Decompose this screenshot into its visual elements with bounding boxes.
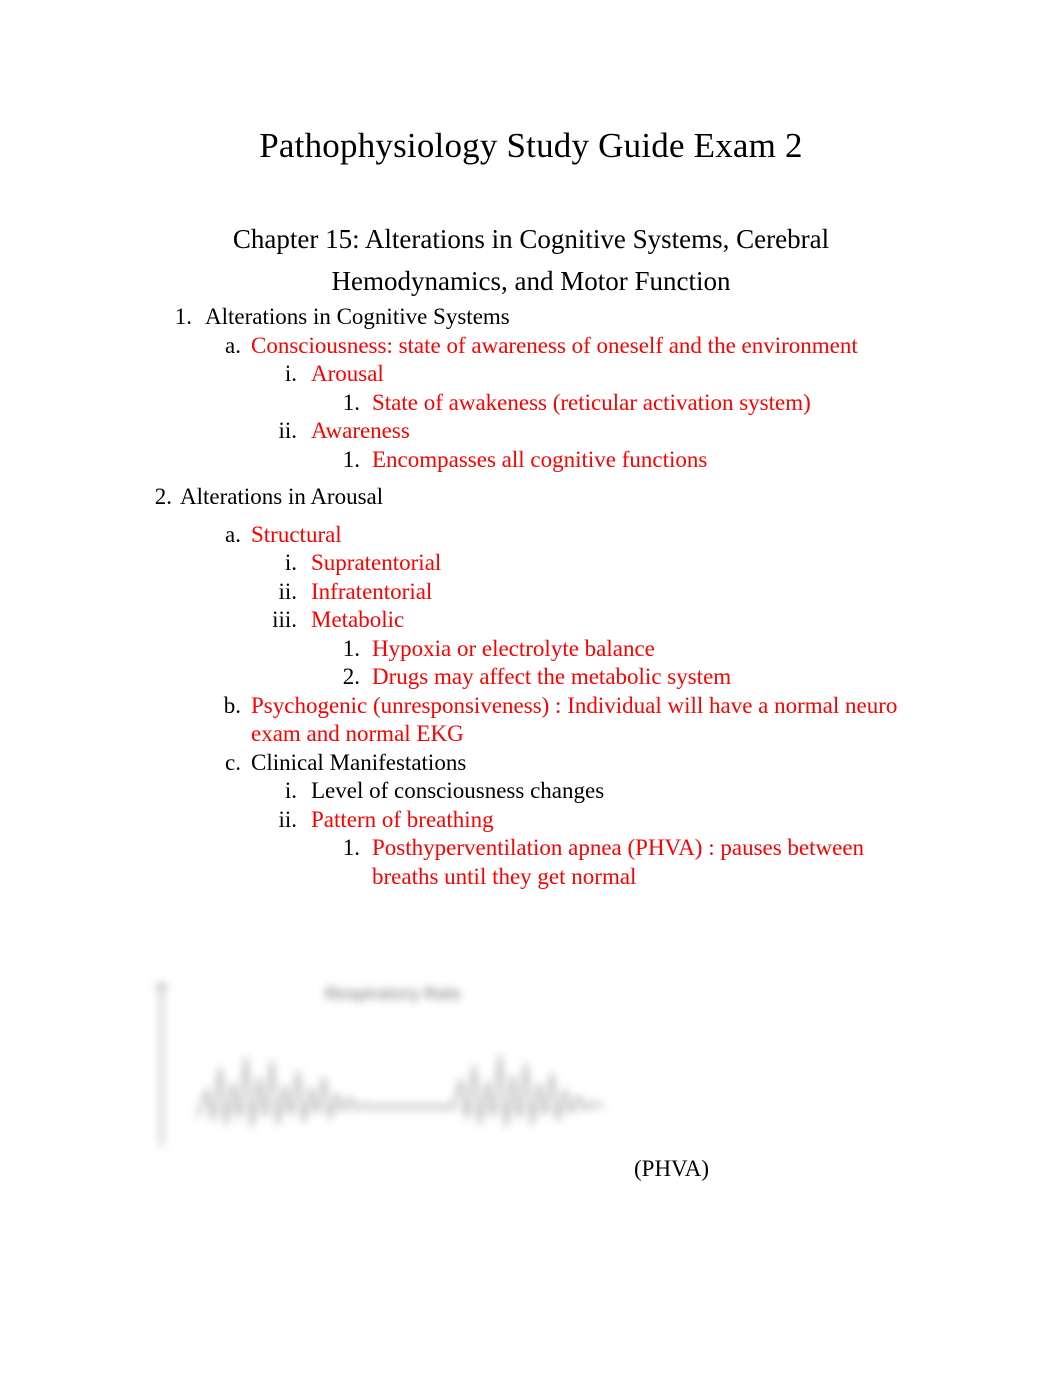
outline-text: Posthyperventilation apnea (PHVA) : paus…	[372, 835, 865, 889]
outline-item-1a: a. Consciousness: state of awareness of …	[0, 332, 1062, 361]
outline-item-1a-i: i. Arousal	[0, 360, 1062, 389]
outline-marker: ii.	[278, 806, 297, 832]
outline-text: Structural	[251, 521, 342, 547]
outline-marker: 2.	[154, 484, 172, 509]
outline-item-2: 2. Alterations in Arousal	[0, 483, 1062, 512]
outline-marker: i.	[284, 550, 297, 575]
outline-text: Alterations in Arousal	[180, 484, 384, 509]
outline-text: Arousal	[311, 361, 384, 386]
outline-item-2c: c. Clinical Manifestations	[0, 749, 1062, 778]
figure-y-axis	[160, 986, 163, 1146]
figure-title: Respiratory Rate	[324, 984, 462, 1003]
outline-item-2a: a. Structural	[0, 521, 1062, 550]
outline-item-2c-ii: ii. Pattern of breathing	[0, 806, 1062, 835]
outline-text: Level of consciousness changes	[311, 778, 605, 803]
outline-marker: ii.	[278, 578, 297, 604]
outline-item-2c-i: i. Level of consciousness changes	[0, 777, 1062, 806]
outline-marker: 1.	[342, 446, 360, 472]
outline-marker: 1.	[174, 304, 192, 329]
outline-text: Infratentorial	[311, 578, 433, 604]
outline-marker: i.	[284, 361, 297, 386]
outline-item-2c-ii-1: 1. Posthyperventilation apnea (PHVA) : p…	[0, 834, 1062, 891]
document-page: Pathophysiology Study Guide Exam 2 Chapt…	[0, 0, 1062, 1377]
outline-item-2a-iii: iii. Metabolic	[0, 606, 1062, 635]
outline-item-2a-iii-1: 1. Hypoxia or electrolyte balance	[0, 635, 1062, 664]
outline-item-1: 1. Alterations in Cognitive Systems	[0, 303, 1062, 332]
outline-marker: 2.	[342, 664, 360, 689]
breathing-waveform-icon	[196, 1054, 605, 1128]
outline-item-1a-ii: ii. Awareness	[0, 417, 1062, 446]
chapter-title: Chapter 15: Alterations in Cognitive Sys…	[232, 224, 830, 296]
outline-list: 1. Alterations in Cognitive Systems a. C…	[0, 303, 1062, 891]
outline-text: Drugs may affect the metabolic system	[372, 664, 732, 689]
outline-text: Hypoxia or electrolyte balance	[372, 635, 655, 661]
outline-text: Awareness	[311, 418, 410, 443]
outline-text: Encompasses all cognitive functions	[372, 446, 708, 472]
outline-marker: ii.	[278, 418, 297, 443]
outline-item-1a-i-1: 1. State of awakeness (reticular activat…	[0, 389, 1062, 418]
outline-marker: a.	[225, 332, 241, 358]
outline-text: Clinical Manifestations	[251, 749, 467, 775]
outline-text: Consciousness: state of awareness of one…	[251, 332, 858, 358]
outline-text: Supratentorial	[311, 550, 442, 575]
outline-marker: 1.	[342, 635, 360, 661]
outline-marker: b.	[223, 692, 241, 718]
outline-marker: i.	[284, 778, 297, 803]
outline-item-2a-ii: ii. Infratentorial	[0, 578, 1062, 607]
outline-text: State of awakeness (reticular activation…	[372, 389, 811, 415]
page-title: Pathophysiology Study Guide Exam 2	[259, 126, 803, 165]
outline-marker: 1.	[342, 835, 360, 860]
outline-item-2a-iii-2: 2. Drugs may affect the metabolic system	[0, 663, 1062, 692]
outline-marker: iii.	[272, 607, 297, 632]
outline-marker: 1.	[342, 389, 360, 415]
respiratory-waveform-figure: Respiratory Rate	[148, 968, 618, 1168]
outline-text: Alterations in Cognitive Systems	[205, 304, 510, 329]
outline-item-2b: b. Psychogenic (unresponsiveness) : Indi…	[0, 692, 1062, 749]
figure-caption: (PHVA)	[634, 1156, 709, 1181]
outline-text: Pattern of breathing	[311, 806, 494, 832]
outline-item-2a-i: i. Supratentorial	[0, 549, 1062, 578]
outline-text: Psychogenic (unresponsiveness) : Individ…	[251, 692, 898, 747]
outline-item-1a-ii-1: 1. Encompasses all cognitive functions	[0, 446, 1062, 475]
outline-text: Metabolic	[311, 607, 405, 632]
outline-marker: c.	[225, 749, 241, 775]
figure-axis-tick	[156, 984, 167, 988]
outline-marker: a.	[225, 521, 241, 547]
